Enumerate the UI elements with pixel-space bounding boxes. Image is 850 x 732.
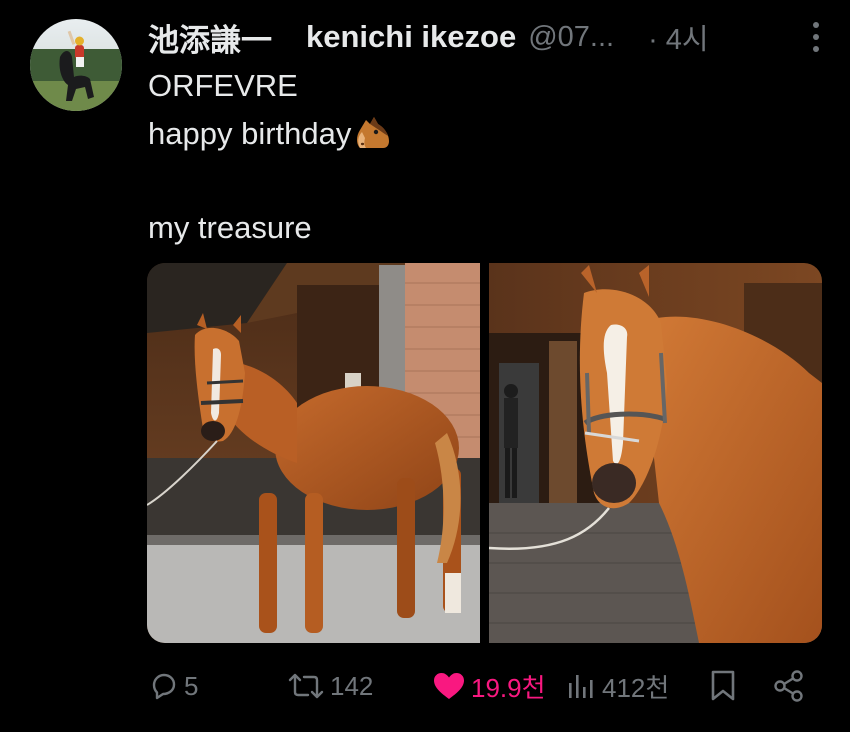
horse-photo-2[interactable] [489, 263, 822, 643]
post-text-line-1: ORFEVRE [148, 68, 298, 103]
horse-photo-1[interactable] [147, 263, 480, 643]
reply-button[interactable]: 5 [148, 670, 198, 702]
views-button[interactable]: 412천 [566, 668, 669, 705]
like-count: 19.9천 [471, 672, 546, 703]
post-time[interactable]: · 4시 [648, 16, 709, 58]
author-handle[interactable]: @07... [528, 21, 614, 54]
share-button[interactable] [772, 669, 806, 703]
post-text-line-2-text: happy birthday [148, 116, 352, 151]
bookmark-icon [708, 669, 738, 703]
repost-count: 142 [330, 670, 374, 701]
post-text-line-2: happy birthday [148, 110, 392, 158]
bar-chart-icon [566, 670, 598, 702]
post: 池添謙一 kenichi ikezoe @07... · 4시 ORFEVRE … [0, 0, 850, 732]
repost-icon [286, 670, 326, 702]
repost-button[interactable]: 142 [286, 670, 373, 702]
heart-icon [431, 670, 467, 702]
horse-face-emoji-icon [352, 114, 392, 164]
action-bar: 5 142 19.9천 412천 [148, 662, 808, 710]
reply-icon [148, 670, 180, 702]
author-name[interactable]: kenichi ikezoe [306, 19, 516, 55]
like-button[interactable]: 19.9천 [431, 668, 546, 705]
author-display-name[interactable]: 池添謙一 [148, 15, 272, 60]
post-text-line-3: my treasure [148, 210, 312, 245]
avatar[interactable] [30, 19, 122, 111]
views-count: 412천 [602, 672, 670, 703]
bookmark-button[interactable] [708, 669, 738, 703]
post-media[interactable] [147, 263, 822, 643]
share-icon [772, 669, 806, 703]
more-options-icon[interactable] [802, 17, 830, 57]
post-header: 池添謙一 kenichi ikezoe @07... · 4시 [148, 14, 830, 60]
avatar-image [30, 19, 122, 111]
reply-count: 5 [184, 670, 199, 701]
post-text: ORFEVRE happy birthday my treasure [148, 62, 392, 252]
